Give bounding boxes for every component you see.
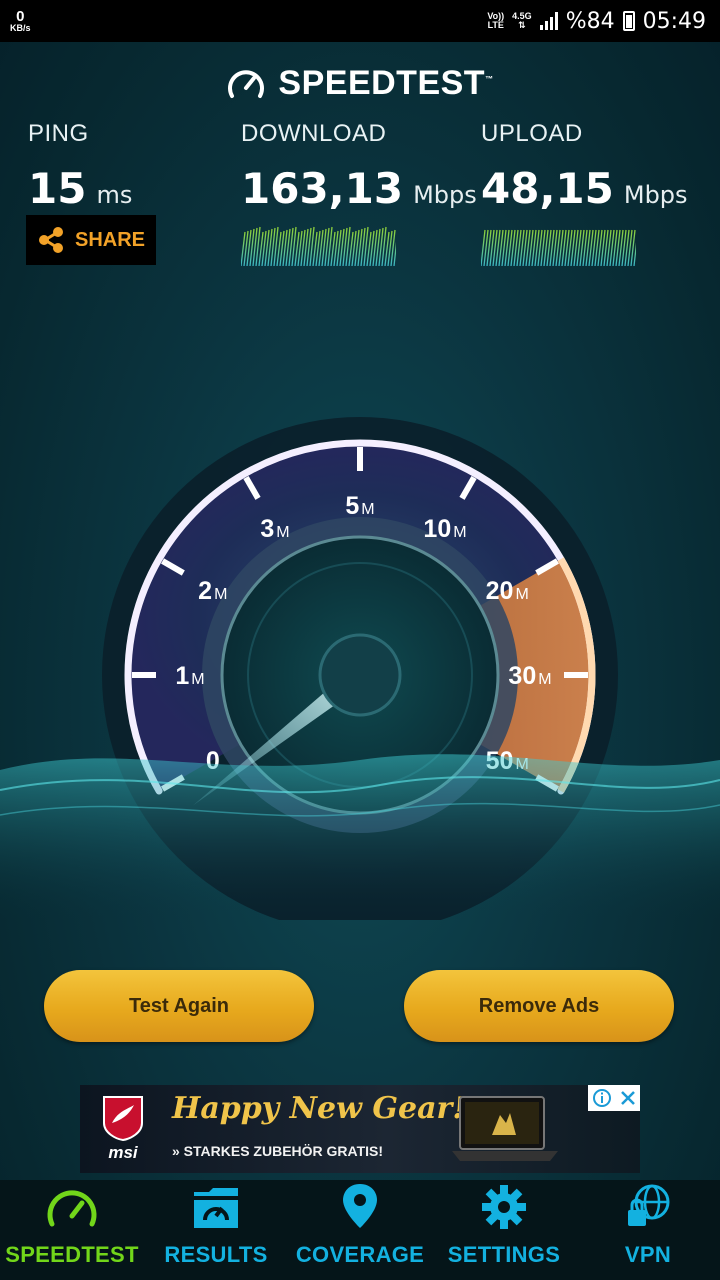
bottom-tab-bar: SPEEDTEST RESULTS COVERAGE SETTINGS VPN <box>0 1180 720 1280</box>
signal-icon <box>539 12 558 30</box>
download-unit: Mbps <box>413 181 477 209</box>
gauge-tick-value: 20 <box>486 577 514 605</box>
remove-ads-button[interactable]: Remove Ads <box>404 970 674 1042</box>
battery-icon <box>622 11 635 31</box>
gauge-icon <box>47 1190 97 1227</box>
share-icon <box>38 227 63 253</box>
msi-shield-icon <box>103 1096 143 1141</box>
share-button[interactable]: SHARE <box>26 215 156 265</box>
gauge-logo-icon <box>228 69 265 98</box>
ad-controls <box>588 1085 640 1111</box>
lock-globe-icon <box>628 1184 670 1226</box>
gauge-tick-value: 10 <box>423 515 451 543</box>
tab-settings-label: SETTINGS <box>447 1242 561 1267</box>
tab-coverage-label: COVERAGE <box>295 1242 425 1267</box>
upload-graph <box>481 229 636 266</box>
download-value: 163,13 <box>241 164 404 213</box>
ping-value: 15 <box>28 164 87 213</box>
gauge-tick-unit: M <box>453 524 466 541</box>
status-icons: Vo)) LTE 4.5G ⇅ %84 05:49 <box>487 9 706 34</box>
upload-label: UPLOAD <box>481 120 583 147</box>
tab-speedtest[interactable]: SPEEDTEST <box>0 1180 144 1280</box>
gauge-tick-value: 2 <box>198 577 212 605</box>
ad-brand: msi <box>108 1143 138 1162</box>
upload-value-group: 48,15 Mbps <box>481 164 688 213</box>
tab-speedtest-label: SPEEDTEST <box>5 1242 139 1267</box>
map-pin-icon <box>343 1184 377 1228</box>
logo-wordmark: SPEEDTEST <box>278 64 486 102</box>
gauge-center-cap <box>318 633 402 717</box>
gauge-tick-unit: M <box>538 671 551 688</box>
ad-info-icon[interactable] <box>592 1088 612 1108</box>
download-graph <box>241 226 396 266</box>
gauge-tick-unit: M <box>515 586 528 603</box>
tab-coverage[interactable]: COVERAGE <box>288 1180 432 1280</box>
ping-value-group: 15 ms <box>28 164 132 213</box>
status-bar: 0 KB/s Vo)) LTE 4.5G ⇅ %84 05:49 <box>0 0 720 42</box>
gauge-tick-value: 30 <box>508 662 536 690</box>
gauge-tick-unit: M <box>276 524 289 541</box>
battery-percent: %84 <box>565 8 615 34</box>
tab-results[interactable]: RESULTS <box>144 1180 288 1280</box>
clock: 05:49 <box>642 8 706 34</box>
ping-unit: ms <box>96 181 133 209</box>
data-arrows-icon: ⇅ <box>518 20 526 30</box>
net-speed-unit: KB/s <box>10 23 31 33</box>
gauge-tick-value: 5 <box>345 492 359 520</box>
gauge-tick-unit: M <box>191 671 204 688</box>
tab-vpn[interactable]: VPN <box>576 1180 720 1280</box>
net-speed-value: 0 <box>16 8 25 25</box>
ping-label: PING <box>28 120 89 147</box>
tab-vpn-label: VPN <box>624 1242 672 1267</box>
gauge-tick-value: 3 <box>260 515 274 543</box>
tab-settings[interactable]: SETTINGS <box>432 1180 576 1280</box>
msi-logo: msi <box>92 1093 154 1165</box>
gauge-tick-unit: M <box>214 586 227 603</box>
share-label: SHARE <box>74 228 145 251</box>
upload-value: 48,15 <box>481 164 614 213</box>
ad-headline: Happy New Gear! <box>172 1091 466 1126</box>
ad-banner[interactable]: msi Happy New Gear! » STARKES ZUBEHÖR GR… <box>80 1085 640 1173</box>
ad-close-icon[interactable] <box>619 1089 637 1107</box>
laptop-image <box>452 1096 558 1161</box>
folder-gauge-icon <box>194 1188 238 1228</box>
ad-subline: » STARKES ZUBEHÖR GRATIS! <box>172 1143 384 1159</box>
speedtest-logo: SPEEDTEST™ <box>0 64 720 103</box>
net-speed-indicator: 0 KB/s <box>10 9 31 33</box>
trademark-mark: ™ <box>485 74 494 84</box>
tab-results-label: RESULTS <box>164 1242 268 1267</box>
download-label: DOWNLOAD <box>241 120 387 147</box>
gauge-tick-value: 1 <box>175 662 189 690</box>
download-value-group: 163,13 Mbps <box>241 164 477 213</box>
logo-text: SPEEDTEST™ <box>278 64 493 103</box>
gear-icon <box>482 1185 526 1229</box>
speed-gauge: 01M2M3M5M10M20M30M50M <box>0 395 720 920</box>
gauge-tick-unit: M <box>361 501 374 518</box>
lte-label: LTE <box>487 20 504 30</box>
test-again-button[interactable]: Test Again <box>44 970 314 1042</box>
volte-indicator: Vo)) LTE <box>487 11 504 31</box>
network-type-indicator: 4.5G ⇅ <box>512 11 532 31</box>
upload-unit: Mbps <box>623 181 688 209</box>
